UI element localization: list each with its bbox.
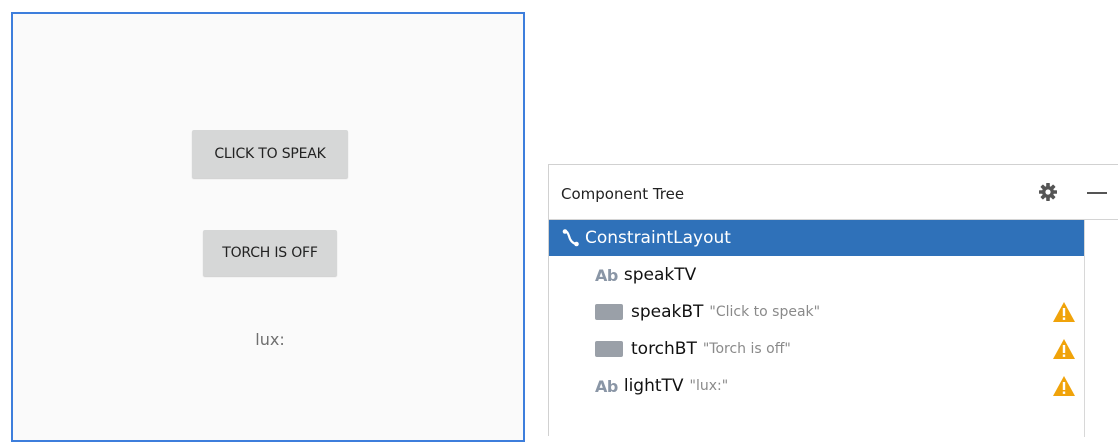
tree-item-torchbt[interactable]: torchBT "Torch is off" [549,331,1084,367]
warning-icon[interactable] [1052,375,1076,397]
tree-item-speakbt[interactable]: speakBT "Click to speak" [549,294,1084,330]
tree-item-label: ConstraintLayout [585,228,731,248]
tree-item-lighttv[interactable]: Ab lightTV "lux:" [549,368,1084,404]
speak-button[interactable]: CLICK TO SPEAK [192,130,348,178]
textview-icon: Ab [595,265,618,285]
tree-item-description: "Torch is off" [702,341,791,357]
layout-preview: CLICK TO SPEAK TORCH IS OFF lux: [11,12,525,442]
warning-icon[interactable] [1052,301,1076,323]
tree-item-label: speakTV [623,265,697,285]
constraint-layout-icon [561,228,581,248]
lux-label: lux: [255,330,285,349]
tree-item-constraintlayout[interactable]: ConstraintLayout [549,220,1084,256]
panel-title: Component Tree [561,185,685,203]
component-tree: ConstraintLayout Ab speakTV speakBT "Cli… [549,220,1085,437]
tree-item-label: torchBT [631,339,697,359]
torch-button[interactable]: TORCH IS OFF [203,230,337,276]
tree-item-speaktv[interactable]: Ab speakTV [549,257,1084,293]
tree-item-description: "Click to speak" [709,304,821,320]
tree-item-description: "lux:" [689,378,729,394]
tree-item-label: lightTV [623,376,684,396]
component-tree-panel: Component Tree ConstraintLayout Ab speak… [548,164,1118,437]
textview-icon: Ab [595,376,618,396]
minimize-icon[interactable] [1085,182,1107,202]
gear-icon[interactable] [1038,182,1058,202]
tree-item-label: speakBT [631,302,704,322]
component-tree-header: Component Tree [549,165,1118,220]
warning-icon[interactable] [1052,338,1076,360]
button-icon [595,341,623,357]
button-icon [595,304,623,320]
